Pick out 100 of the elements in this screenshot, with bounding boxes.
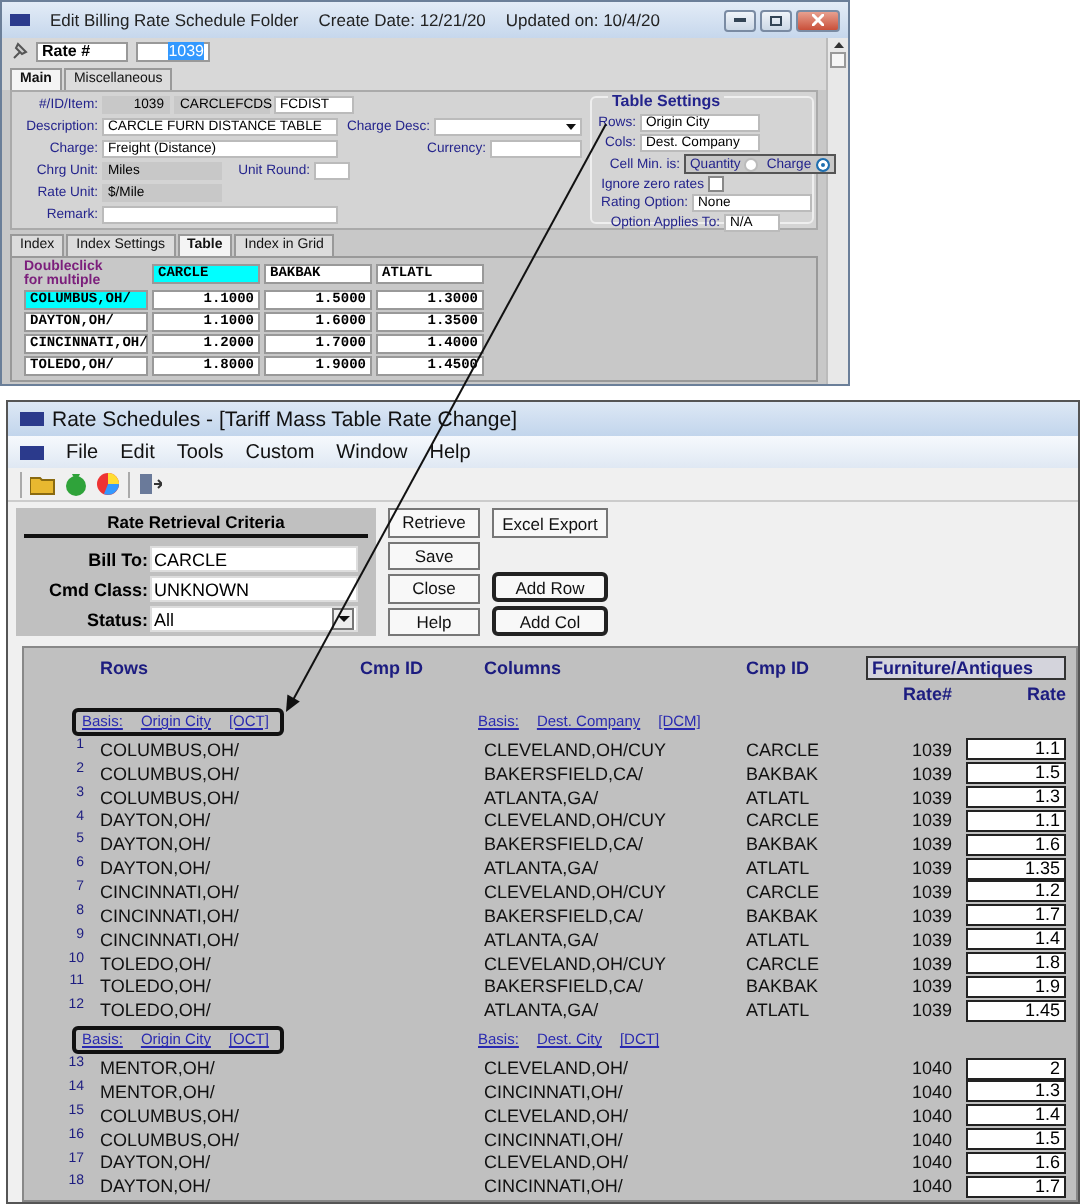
- charge-desc-dropdown[interactable]: [434, 118, 582, 137]
- menu-item[interactable]: File: [66, 441, 99, 463]
- column-header: Cmp ID: [744, 657, 811, 677]
- rate-input[interactable]: 1.6: [966, 1151, 1066, 1174]
- table-cell-text: CARCLE: [744, 739, 822, 760]
- table-cell-text: CARCLE: [744, 953, 822, 974]
- table-cell-text: CINCINNATI,OH/: [482, 1176, 625, 1197]
- close-icon: [812, 14, 824, 26]
- rate-input[interactable]: 1.3: [966, 1080, 1066, 1103]
- field-label: Bill To:: [86, 549, 148, 569]
- table-cell-text: ATLATL: [744, 1000, 812, 1021]
- table-cell-text: 1039: [909, 787, 952, 808]
- checkbox[interactable]: [708, 176, 724, 192]
- minimize-icon: [734, 18, 746, 22]
- table-cell-text: CLEVELAND,OH/CUY: [482, 953, 669, 974]
- app-icon: [20, 412, 44, 426]
- table-cell-text: 1039: [909, 905, 952, 926]
- remark-field[interactable]: [102, 205, 338, 224]
- pie-chart-icon: [96, 472, 120, 496]
- table-cell-text: 1040: [909, 1105, 952, 1126]
- maximize-button[interactable]: [760, 9, 792, 31]
- close-button[interactable]: [796, 9, 840, 31]
- minimize-button[interactable]: [724, 9, 756, 31]
- column-header: Rate#: [900, 683, 952, 703]
- menu-item[interactable]: Window: [336, 441, 408, 463]
- unit-round-field[interactable]: [314, 161, 350, 180]
- table-cell-text: DAYTON,OH/: [98, 810, 213, 831]
- column-header: Rows: [98, 657, 151, 677]
- button[interactable]: Add Row: [492, 572, 608, 602]
- rate-input[interactable]: 1.9: [966, 975, 1066, 998]
- rate-input[interactable]: 1.5: [966, 1128, 1066, 1151]
- table-cell-text: ATLATL: [744, 929, 812, 950]
- table-cell-text: CLEVELAND,OH/CUY: [482, 810, 669, 831]
- radio-button[interactable]: [815, 157, 830, 171]
- rate-input[interactable]: 1.1: [966, 809, 1066, 832]
- rate-input[interactable]: 1.35: [966, 857, 1066, 880]
- status-dropdown[interactable]: All: [150, 606, 358, 632]
- table-cell-text: MENTOR,OH/: [98, 1058, 217, 1079]
- menu-item[interactable]: Custom: [245, 441, 315, 463]
- menu-item[interactable]: Help: [429, 441, 471, 463]
- maximize-icon: [770, 15, 782, 25]
- table-cell-text: 1039: [909, 834, 952, 855]
- table-cell-text: ATLANTA,GA/: [482, 929, 601, 950]
- button[interactable]: Save: [388, 541, 480, 570]
- create-date: Create Date: 12/21/20: [318, 10, 486, 30]
- window-title: Edit Billing Rate Schedule Folder: [50, 10, 299, 30]
- table-cell-text: CLEVELAND,OH/CUY: [482, 739, 669, 760]
- table-cell-text: CINCINNATI,OH/: [98, 929, 241, 950]
- rate-input[interactable]: 1.4: [966, 928, 1066, 951]
- radio-button[interactable]: [744, 157, 759, 171]
- table-cell-text: BAKBAK: [744, 976, 821, 997]
- button[interactable]: Close: [388, 574, 480, 603]
- table-cell-text: TOLEDO,OH/: [98, 953, 213, 974]
- rate-input[interactable]: 1.7: [966, 904, 1066, 927]
- table-cell-text: ATLATL: [744, 858, 812, 879]
- rate-input[interactable]: 1.5: [966, 762, 1066, 785]
- rate-input[interactable]: 1.8: [966, 952, 1066, 975]
- menu-item[interactable]: Tools: [176, 441, 224, 463]
- table-cell-text: 1040: [909, 1081, 952, 1102]
- table-cell-text: BAKERSFIELD,CA/: [482, 905, 646, 926]
- table-cell-text: 1039: [909, 1000, 952, 1021]
- table-cell-text: COLUMBUS,OH/: [98, 787, 242, 808]
- rate-input[interactable]: 1.45: [966, 999, 1066, 1022]
- table-cell-text: CLEVELAND,OH/: [482, 1105, 631, 1126]
- dropdown-icon: [566, 124, 576, 131]
- table-cell-text: BAKBAK: [744, 763, 821, 784]
- table-cell-text: 1039: [909, 739, 952, 760]
- table-cell-text: COLUMBUS,OH/: [98, 739, 242, 760]
- input-field[interactable]: UNKNOWN: [150, 576, 358, 602]
- table-cell-text: 1039: [909, 976, 952, 997]
- table-cell-text: TOLEDO,OH/: [98, 976, 213, 997]
- rate-input[interactable]: 1.3: [966, 786, 1066, 809]
- table-cell-text: 1039: [909, 929, 952, 950]
- button[interactable]: Excel Export: [492, 508, 608, 538]
- button[interactable]: Help: [388, 607, 480, 636]
- rate-input[interactable]: 1.6: [966, 833, 1066, 856]
- rate-input[interactable]: 1.4: [966, 1104, 1066, 1127]
- rate-input[interactable]: 1.2: [966, 880, 1066, 903]
- scroll-thumb[interactable]: [830, 52, 846, 68]
- table-cell-text: DAYTON,OH/: [98, 1152, 213, 1173]
- table-cell-text: CLEVELAND,OH/: [482, 1152, 631, 1173]
- table-cell-text: COLUMBUS,OH/: [98, 1129, 242, 1150]
- button[interactable]: Retrieve: [388, 508, 480, 537]
- table-cell-text: 1040: [909, 1129, 952, 1150]
- button[interactable]: Add Col: [492, 606, 608, 636]
- rate-input[interactable]: 1.7: [966, 1175, 1066, 1198]
- table-cell-text: DAYTON,OH/: [98, 834, 213, 855]
- table-cell-text: CARCLE: [744, 881, 822, 902]
- table-cell-text: CINCINNATI,OH/: [482, 1081, 625, 1102]
- input-field[interactable]: CARCLE: [150, 546, 358, 572]
- app-icon: [20, 445, 44, 459]
- table-cell-text: 1040: [909, 1152, 952, 1173]
- table-cell-text: COLUMBUS,OH/: [98, 1105, 242, 1126]
- table-cell-text: MENTOR,OH/: [98, 1081, 217, 1102]
- menu-item[interactable]: Edit: [120, 441, 155, 463]
- scrollbar[interactable]: [826, 38, 848, 384]
- rate-input[interactable]: 1.1: [966, 738, 1066, 761]
- currency-field[interactable]: [490, 140, 582, 159]
- rate-input[interactable]: 2: [966, 1057, 1066, 1080]
- table-cell-text: 1039: [909, 810, 952, 831]
